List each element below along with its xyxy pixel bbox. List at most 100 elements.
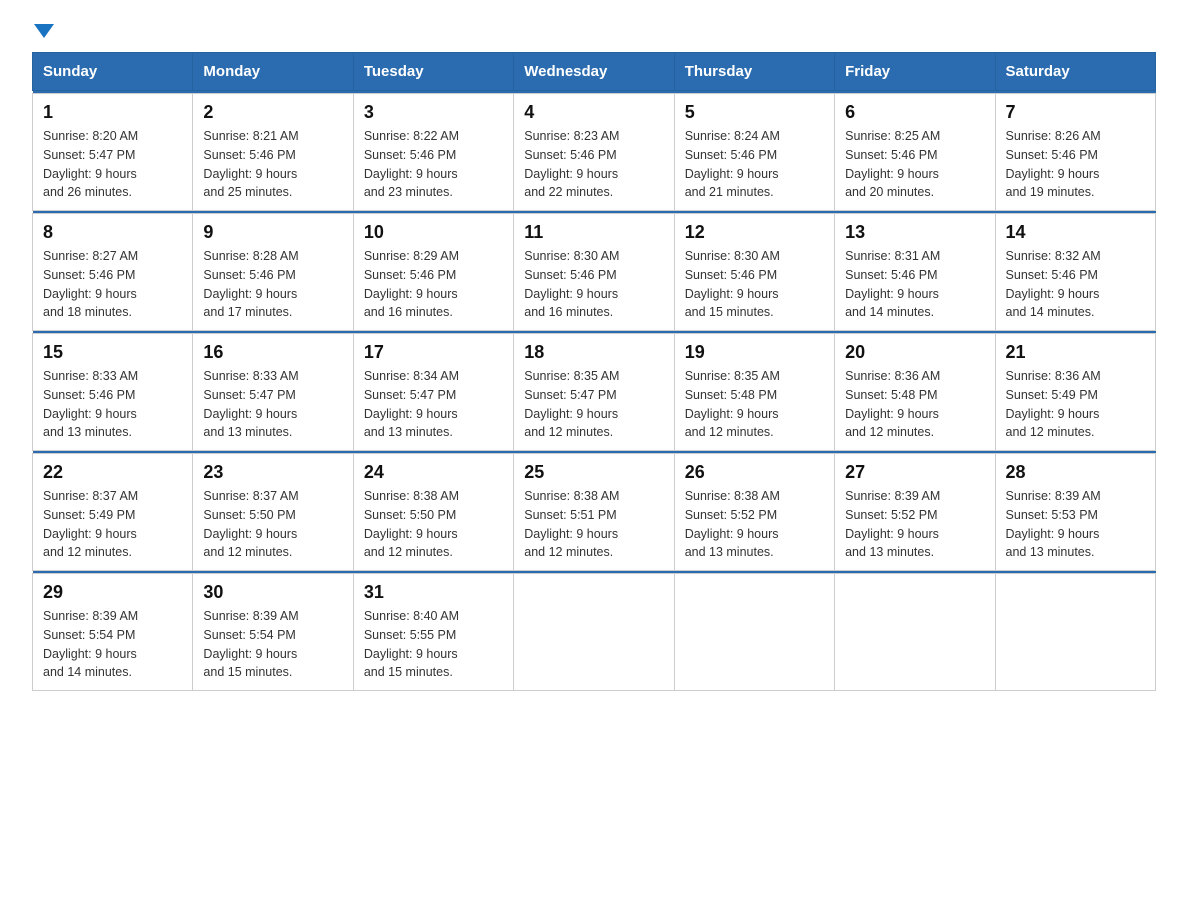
- day-number: 9: [203, 222, 342, 243]
- day-info: Sunrise: 8:31 AMSunset: 5:46 PMDaylight:…: [845, 249, 940, 319]
- page-header: [32, 24, 1156, 36]
- day-number: 4: [524, 102, 663, 123]
- logo-text: [32, 24, 56, 38]
- calendar-cell: 3 Sunrise: 8:22 AMSunset: 5:46 PMDayligh…: [353, 94, 513, 211]
- calendar-cell: 13 Sunrise: 8:31 AMSunset: 5:46 PMDaylig…: [835, 214, 995, 331]
- calendar-cell: 29 Sunrise: 8:39 AMSunset: 5:54 PMDaylig…: [33, 574, 193, 691]
- day-info: Sunrise: 8:26 AMSunset: 5:46 PMDaylight:…: [1006, 129, 1101, 199]
- calendar-cell: 8 Sunrise: 8:27 AMSunset: 5:46 PMDayligh…: [33, 214, 193, 331]
- calendar-cell: 19 Sunrise: 8:35 AMSunset: 5:48 PMDaylig…: [674, 334, 834, 451]
- calendar-cell: 2 Sunrise: 8:21 AMSunset: 5:46 PMDayligh…: [193, 94, 353, 211]
- weekday-header-row: SundayMondayTuesdayWednesdayThursdayFrid…: [33, 53, 1156, 91]
- calendar-cell: [995, 574, 1155, 691]
- day-number: 2: [203, 102, 342, 123]
- day-info: Sunrise: 8:22 AMSunset: 5:46 PMDaylight:…: [364, 129, 459, 199]
- calendar-cell: 22 Sunrise: 8:37 AMSunset: 5:49 PMDaylig…: [33, 454, 193, 571]
- calendar-cell: 7 Sunrise: 8:26 AMSunset: 5:46 PMDayligh…: [995, 94, 1155, 211]
- day-number: 29: [43, 582, 182, 603]
- day-number: 23: [203, 462, 342, 483]
- weekday-header-monday: Monday: [193, 53, 353, 91]
- day-number: 1: [43, 102, 182, 123]
- day-number: 22: [43, 462, 182, 483]
- calendar-cell: 6 Sunrise: 8:25 AMSunset: 5:46 PMDayligh…: [835, 94, 995, 211]
- day-number: 18: [524, 342, 663, 363]
- calendar-cell: 21 Sunrise: 8:36 AMSunset: 5:49 PMDaylig…: [995, 334, 1155, 451]
- calendar-cell: 10 Sunrise: 8:29 AMSunset: 5:46 PMDaylig…: [353, 214, 513, 331]
- day-number: 7: [1006, 102, 1145, 123]
- calendar-week-row-5: 29 Sunrise: 8:39 AMSunset: 5:54 PMDaylig…: [33, 574, 1156, 691]
- calendar-cell: 5 Sunrise: 8:24 AMSunset: 5:46 PMDayligh…: [674, 94, 834, 211]
- day-number: 3: [364, 102, 503, 123]
- day-info: Sunrise: 8:32 AMSunset: 5:46 PMDaylight:…: [1006, 249, 1101, 319]
- weekday-header-friday: Friday: [835, 53, 995, 91]
- weekday-header-saturday: Saturday: [995, 53, 1155, 91]
- calendar-cell: 4 Sunrise: 8:23 AMSunset: 5:46 PMDayligh…: [514, 94, 674, 211]
- calendar-cell: 24 Sunrise: 8:38 AMSunset: 5:50 PMDaylig…: [353, 454, 513, 571]
- calendar-week-row-3: 15 Sunrise: 8:33 AMSunset: 5:46 PMDaylig…: [33, 334, 1156, 451]
- day-info: Sunrise: 8:37 AMSunset: 5:49 PMDaylight:…: [43, 489, 138, 559]
- day-info: Sunrise: 8:35 AMSunset: 5:48 PMDaylight:…: [685, 369, 780, 439]
- day-number: 24: [364, 462, 503, 483]
- day-info: Sunrise: 8:33 AMSunset: 5:46 PMDaylight:…: [43, 369, 138, 439]
- logo-arrow-icon: [34, 24, 54, 38]
- day-info: Sunrise: 8:33 AMSunset: 5:47 PMDaylight:…: [203, 369, 298, 439]
- day-info: Sunrise: 8:27 AMSunset: 5:46 PMDaylight:…: [43, 249, 138, 319]
- day-number: 27: [845, 462, 984, 483]
- day-info: Sunrise: 8:38 AMSunset: 5:52 PMDaylight:…: [685, 489, 780, 559]
- calendar-cell: 27 Sunrise: 8:39 AMSunset: 5:52 PMDaylig…: [835, 454, 995, 571]
- weekday-header-wednesday: Wednesday: [514, 53, 674, 91]
- calendar-cell: [514, 574, 674, 691]
- day-info: Sunrise: 8:28 AMSunset: 5:46 PMDaylight:…: [203, 249, 298, 319]
- day-info: Sunrise: 8:39 AMSunset: 5:52 PMDaylight:…: [845, 489, 940, 559]
- calendar-cell: 17 Sunrise: 8:34 AMSunset: 5:47 PMDaylig…: [353, 334, 513, 451]
- calendar-cell: 25 Sunrise: 8:38 AMSunset: 5:51 PMDaylig…: [514, 454, 674, 571]
- calendar-cell: [835, 574, 995, 691]
- day-number: 16: [203, 342, 342, 363]
- day-info: Sunrise: 8:40 AMSunset: 5:55 PMDaylight:…: [364, 609, 459, 679]
- day-info: Sunrise: 8:35 AMSunset: 5:47 PMDaylight:…: [524, 369, 619, 439]
- day-number: 5: [685, 102, 824, 123]
- calendar-cell: 18 Sunrise: 8:35 AMSunset: 5:47 PMDaylig…: [514, 334, 674, 451]
- calendar-table: SundayMondayTuesdayWednesdayThursdayFrid…: [32, 52, 1156, 691]
- day-info: Sunrise: 8:20 AMSunset: 5:47 PMDaylight:…: [43, 129, 138, 199]
- day-info: Sunrise: 8:39 AMSunset: 5:54 PMDaylight:…: [43, 609, 138, 679]
- day-info: Sunrise: 8:39 AMSunset: 5:53 PMDaylight:…: [1006, 489, 1101, 559]
- day-number: 10: [364, 222, 503, 243]
- day-number: 14: [1006, 222, 1145, 243]
- day-info: Sunrise: 8:34 AMSunset: 5:47 PMDaylight:…: [364, 369, 459, 439]
- day-number: 30: [203, 582, 342, 603]
- logo: [32, 24, 56, 36]
- calendar-cell: 20 Sunrise: 8:36 AMSunset: 5:48 PMDaylig…: [835, 334, 995, 451]
- day-number: 19: [685, 342, 824, 363]
- day-info: Sunrise: 8:37 AMSunset: 5:50 PMDaylight:…: [203, 489, 298, 559]
- day-number: 26: [685, 462, 824, 483]
- calendar-week-row-2: 8 Sunrise: 8:27 AMSunset: 5:46 PMDayligh…: [33, 214, 1156, 331]
- calendar-cell: 16 Sunrise: 8:33 AMSunset: 5:47 PMDaylig…: [193, 334, 353, 451]
- calendar-week-row-4: 22 Sunrise: 8:37 AMSunset: 5:49 PMDaylig…: [33, 454, 1156, 571]
- day-info: Sunrise: 8:23 AMSunset: 5:46 PMDaylight:…: [524, 129, 619, 199]
- calendar-cell: 12 Sunrise: 8:30 AMSunset: 5:46 PMDaylig…: [674, 214, 834, 331]
- day-info: Sunrise: 8:36 AMSunset: 5:48 PMDaylight:…: [845, 369, 940, 439]
- day-info: Sunrise: 8:39 AMSunset: 5:54 PMDaylight:…: [203, 609, 298, 679]
- calendar-cell: 28 Sunrise: 8:39 AMSunset: 5:53 PMDaylig…: [995, 454, 1155, 571]
- calendar-cell: 26 Sunrise: 8:38 AMSunset: 5:52 PMDaylig…: [674, 454, 834, 571]
- calendar-cell: 11 Sunrise: 8:30 AMSunset: 5:46 PMDaylig…: [514, 214, 674, 331]
- day-number: 6: [845, 102, 984, 123]
- calendar-cell: [674, 574, 834, 691]
- day-number: 11: [524, 222, 663, 243]
- day-info: Sunrise: 8:21 AMSunset: 5:46 PMDaylight:…: [203, 129, 298, 199]
- day-info: Sunrise: 8:30 AMSunset: 5:46 PMDaylight:…: [685, 249, 780, 319]
- day-number: 15: [43, 342, 182, 363]
- day-info: Sunrise: 8:24 AMSunset: 5:46 PMDaylight:…: [685, 129, 780, 199]
- day-number: 17: [364, 342, 503, 363]
- day-info: Sunrise: 8:38 AMSunset: 5:51 PMDaylight:…: [524, 489, 619, 559]
- calendar-cell: 23 Sunrise: 8:37 AMSunset: 5:50 PMDaylig…: [193, 454, 353, 571]
- weekday-header-tuesday: Tuesday: [353, 53, 513, 91]
- day-number: 20: [845, 342, 984, 363]
- day-info: Sunrise: 8:38 AMSunset: 5:50 PMDaylight:…: [364, 489, 459, 559]
- day-info: Sunrise: 8:36 AMSunset: 5:49 PMDaylight:…: [1006, 369, 1101, 439]
- calendar-cell: 30 Sunrise: 8:39 AMSunset: 5:54 PMDaylig…: [193, 574, 353, 691]
- day-number: 13: [845, 222, 984, 243]
- day-info: Sunrise: 8:29 AMSunset: 5:46 PMDaylight:…: [364, 249, 459, 319]
- calendar-cell: 9 Sunrise: 8:28 AMSunset: 5:46 PMDayligh…: [193, 214, 353, 331]
